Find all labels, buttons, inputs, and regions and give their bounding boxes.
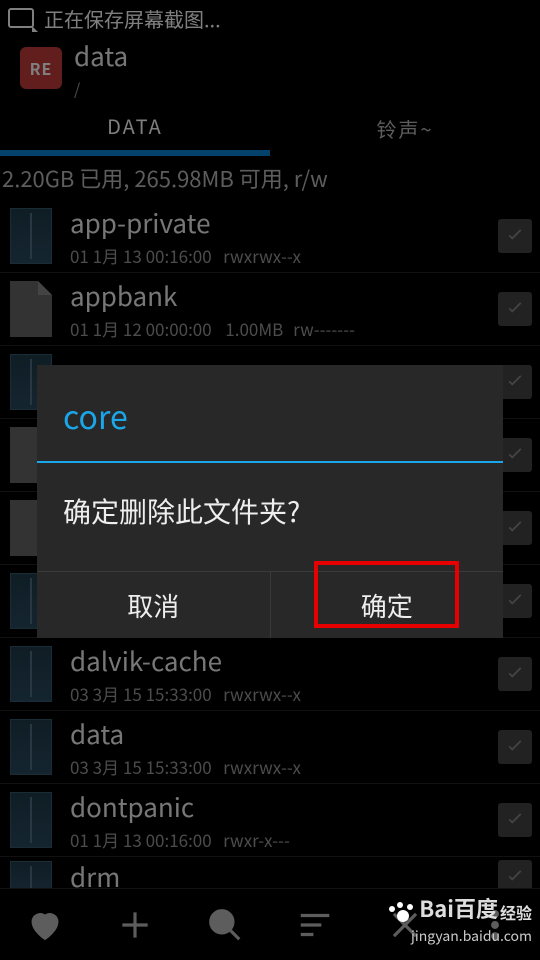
dialog-message: 确定删除此文件夹? (37, 463, 503, 571)
delete-dialog: core 确定删除此文件夹? 取消 确定 (37, 365, 503, 638)
ok-button[interactable]: 确定 (271, 572, 504, 638)
watermark: Bai 百度 经验 jingyan.baidu.com (389, 892, 532, 946)
cancel-button[interactable]: 取消 (37, 572, 270, 638)
dialog-title: core (37, 365, 503, 461)
paw-icon (389, 902, 417, 924)
